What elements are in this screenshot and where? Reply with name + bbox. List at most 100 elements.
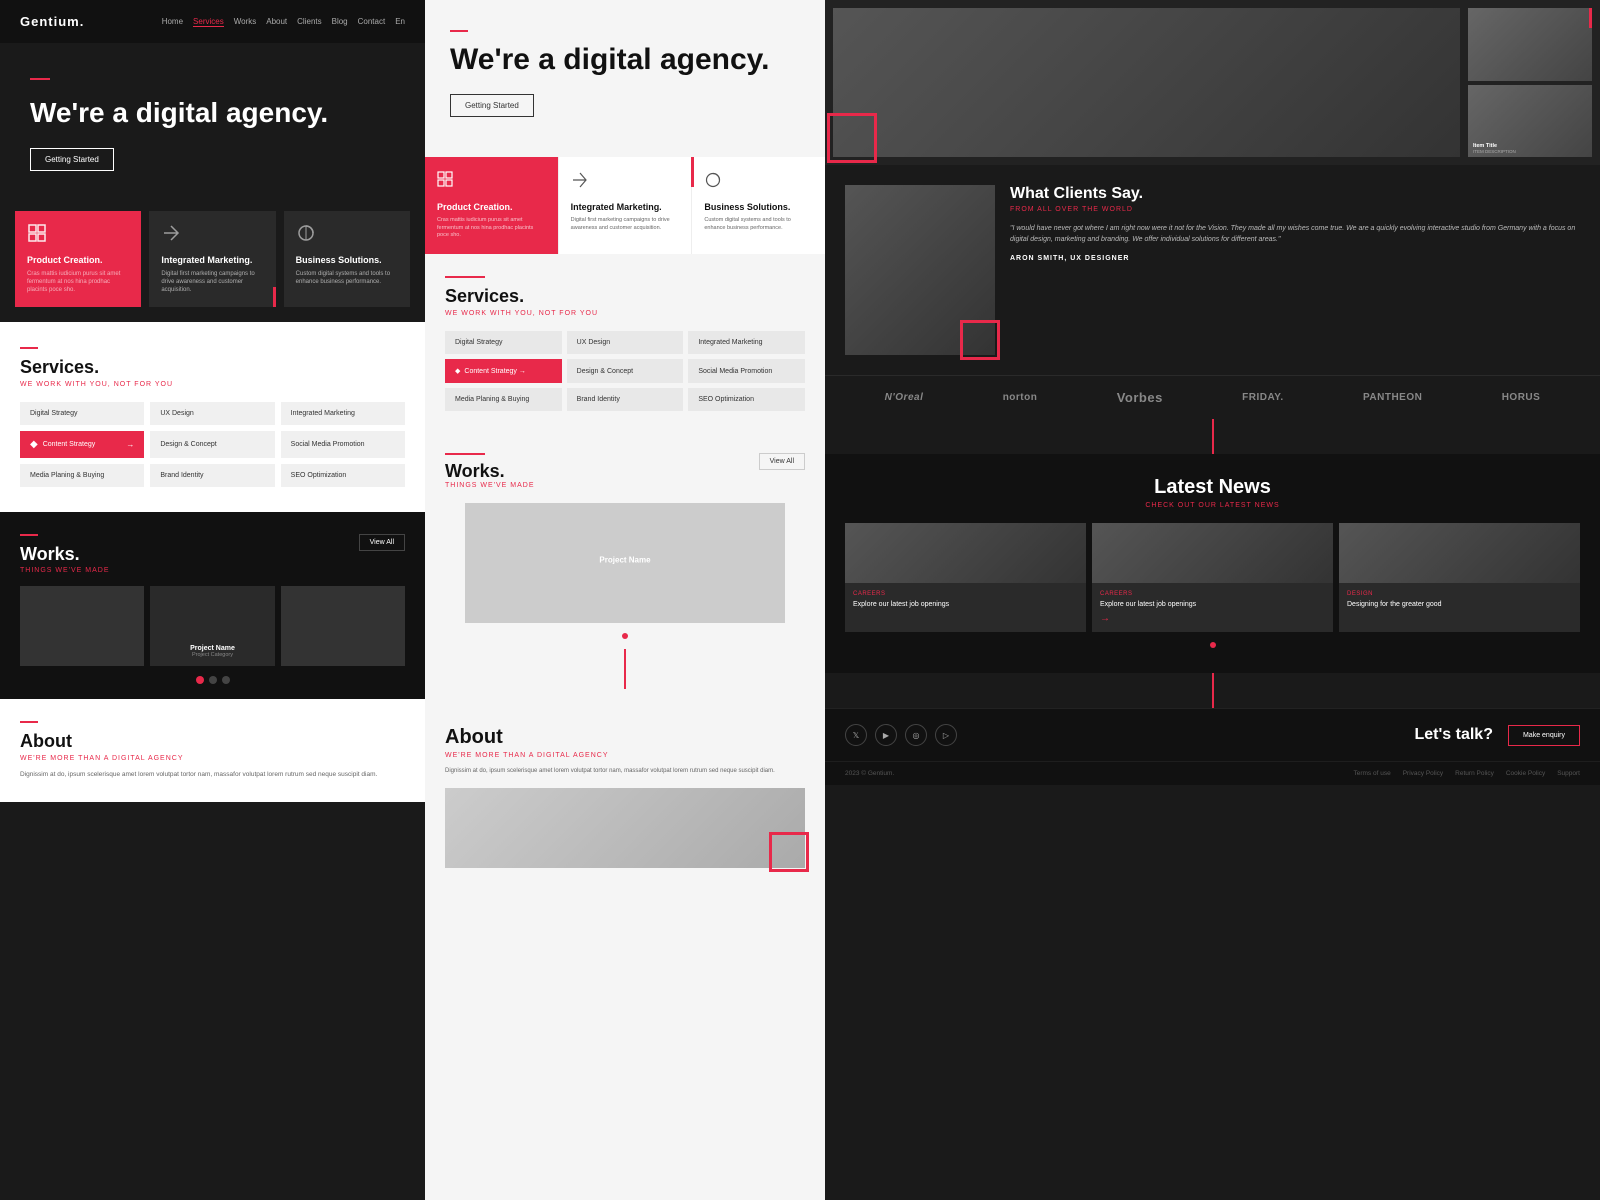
logo: Gentium.: [20, 14, 84, 29]
dot-3[interactable]: [222, 676, 230, 684]
nav-works[interactable]: Works: [234, 17, 257, 27]
news-card-3[interactable]: DESIGN Designing for the greater good: [1339, 523, 1580, 632]
mid-service-social[interactable]: Social Media Promotion: [688, 359, 805, 383]
news-card-1-image: [845, 523, 1086, 583]
mid-hero-cta-button[interactable]: Getting Started: [450, 94, 534, 117]
social-twitter[interactable]: 𝕏: [845, 724, 867, 746]
card-business: Business Solutions. Custom digital syste…: [284, 211, 410, 307]
service-design-concept[interactable]: Design & Concept: [150, 431, 274, 458]
testimonial-subtitle: FROM ALL OVER THE WORLD: [1010, 206, 1580, 213]
services-grid: Digital Strategy UX Design Integrated Ma…: [20, 402, 405, 487]
service-brand-identity[interactable]: Brand Identity: [150, 464, 274, 487]
brand-noreal: N'Oreal: [885, 392, 924, 403]
mid-about-section: About WE'RE MORE THAN A DIGITAL AGENCY D…: [425, 704, 825, 890]
mid-card-business-icon: [704, 171, 813, 194]
footer-link-terms[interactable]: Terms of use: [1353, 770, 1390, 777]
service-integrated-marketing[interactable]: Integrated Marketing: [281, 402, 405, 425]
news-divider: [1212, 419, 1214, 454]
card-marketing-text: Digital first marketing campaigns to dri…: [161, 270, 263, 295]
mid-service-content[interactable]: ◆ Content Strategy →: [445, 359, 562, 383]
footer-link-support[interactable]: Support: [1557, 770, 1580, 777]
mid-service-brand[interactable]: Brand Identity: [567, 388, 684, 411]
mid-work-thumbnail[interactable]: Project Name Project Category: [465, 503, 785, 623]
news-card-1[interactable]: CAREERS Explore our latest job openings: [845, 523, 1086, 632]
mid-hero-title: We're a digital agency.: [450, 42, 800, 78]
mid-services-grid: Digital Strategy UX Design Integrated Ma…: [445, 331, 805, 411]
news-card-2[interactable]: CAREERS Explore our latest job openings …: [1092, 523, 1333, 632]
brand-horus: HORUS: [1502, 392, 1541, 403]
nav-blog[interactable]: Blog: [332, 17, 348, 27]
works-view-all-button[interactable]: View All: [359, 534, 405, 551]
card-marketing-title: Integrated Marketing.: [161, 255, 263, 265]
mid-service-seo[interactable]: SEO Optimization: [688, 388, 805, 411]
mid-card-business-text: Custom digital systems and tools to enha…: [704, 217, 813, 232]
footer-link-return[interactable]: Return Policy: [1455, 770, 1494, 777]
nav-home[interactable]: Home: [162, 17, 183, 27]
mid-works-section: Works. THINGS WE'VE MADE View All Projec…: [425, 433, 825, 704]
main-image-border: [827, 113, 877, 163]
services-title: Services.: [20, 357, 405, 378]
nav-services[interactable]: Services: [193, 17, 224, 27]
news-card-2-body: CAREERS Explore our latest job openings …: [1092, 583, 1333, 632]
mid-service-ux[interactable]: UX Design: [567, 331, 684, 354]
work-thumb-1[interactable]: [20, 586, 144, 666]
mid-service-design[interactable]: Design & Concept: [567, 359, 684, 383]
hero-accent: [30, 78, 50, 80]
news-card-1-title: Explore our latest job openings: [853, 600, 1078, 609]
mid-works-title: Works.: [445, 461, 535, 482]
dot-1[interactable]: [196, 676, 204, 684]
testimonial-title: What Clients Say.: [1010, 185, 1580, 203]
service-media-planing[interactable]: Media Planing & Buying: [20, 464, 144, 487]
services-subtitle: WE WORK WITH YOU, NOT FOR YOU: [20, 381, 405, 388]
service-content-strategy[interactable]: ◆ Content Strategy →: [20, 431, 144, 458]
arrow-icon: →: [126, 440, 134, 449]
mid-service-marketing[interactable]: Integrated Marketing: [688, 331, 805, 354]
card-marketing-border: [273, 287, 276, 307]
nav-clients[interactable]: Clients: [297, 17, 321, 27]
footer-link-cookie[interactable]: Cookie Policy: [1506, 770, 1545, 777]
work-thumb-3[interactable]: [281, 586, 405, 666]
testimonial-quote: "I would have never got where I am right…: [1010, 223, 1580, 245]
service-digital-strategy[interactable]: Digital Strategy: [20, 402, 144, 425]
mid-view-all-button[interactable]: View All: [759, 453, 805, 470]
mid-hero-accent: [450, 30, 468, 32]
mid-diamond-icon: ◆: [455, 367, 460, 375]
work-thumb-2[interactable]: Project Name Project Category: [150, 586, 274, 666]
mid-card-product-title: Product Creation.: [437, 202, 546, 212]
nav-lang[interactable]: En: [395, 17, 405, 27]
mid-service-media[interactable]: Media Planing & Buying: [445, 388, 562, 411]
social-youtube[interactable]: ▶: [875, 724, 897, 746]
mid-pagination-dot: [622, 633, 628, 639]
mid-work-category: Project Category: [599, 565, 650, 571]
nav-about[interactable]: About: [266, 17, 287, 27]
mid-card-marketing-title: Integrated Marketing.: [571, 202, 680, 212]
left-services-section: Services. WE WORK WITH YOU, NOT FOR YOU …: [0, 322, 425, 512]
hero-cta-button[interactable]: Getting Started: [30, 148, 114, 171]
small-image-border: [1589, 8, 1592, 28]
brands-section: N'Oreal norton Vorbes FRIDAY. PANTHEON H…: [825, 375, 1600, 419]
mid-service-digital[interactable]: Digital Strategy: [445, 331, 562, 354]
left-cards: Product Creation. Cras mattis iudicium p…: [0, 196, 425, 322]
social-vimeo[interactable]: ▷: [935, 724, 957, 746]
footer-cta-button[interactable]: Make enquiry: [1508, 725, 1580, 746]
news-card-3-image: [1339, 523, 1580, 583]
image-stack: Item Title ITEM DESCRIPTION: [1460, 0, 1600, 165]
service-seo[interactable]: SEO Optimization: [281, 464, 405, 487]
social-instagram[interactable]: ◎: [905, 724, 927, 746]
mid-services-title: Services.: [445, 286, 805, 307]
about-subtitle: WE'RE MORE THAN A DIGITAL AGENCY: [20, 755, 405, 762]
brand-friday: FRIDAY.: [1242, 392, 1283, 403]
about-title: About: [20, 731, 405, 752]
service-ux-design[interactable]: UX Design: [150, 402, 274, 425]
works-grid: Project Name Project Category: [20, 586, 405, 666]
news-card-2-arrow: →: [1100, 613, 1325, 624]
mid-card-product: Product Creation. Cras mattis iudicium p…: [425, 157, 559, 254]
news-card-1-category: CAREERS: [853, 591, 1078, 597]
mid-card-marketing: Integrated Marketing. Digital first mark…: [559, 157, 693, 254]
dot-2[interactable]: [209, 676, 217, 684]
footer-link-privacy[interactable]: Privacy Policy: [1403, 770, 1443, 777]
about-accent: [20, 721, 38, 723]
nav-contact[interactable]: Contact: [358, 17, 386, 27]
service-social-media[interactable]: Social Media Promotion: [281, 431, 405, 458]
card-product: Product Creation. Cras mattis iudicium p…: [15, 211, 141, 307]
